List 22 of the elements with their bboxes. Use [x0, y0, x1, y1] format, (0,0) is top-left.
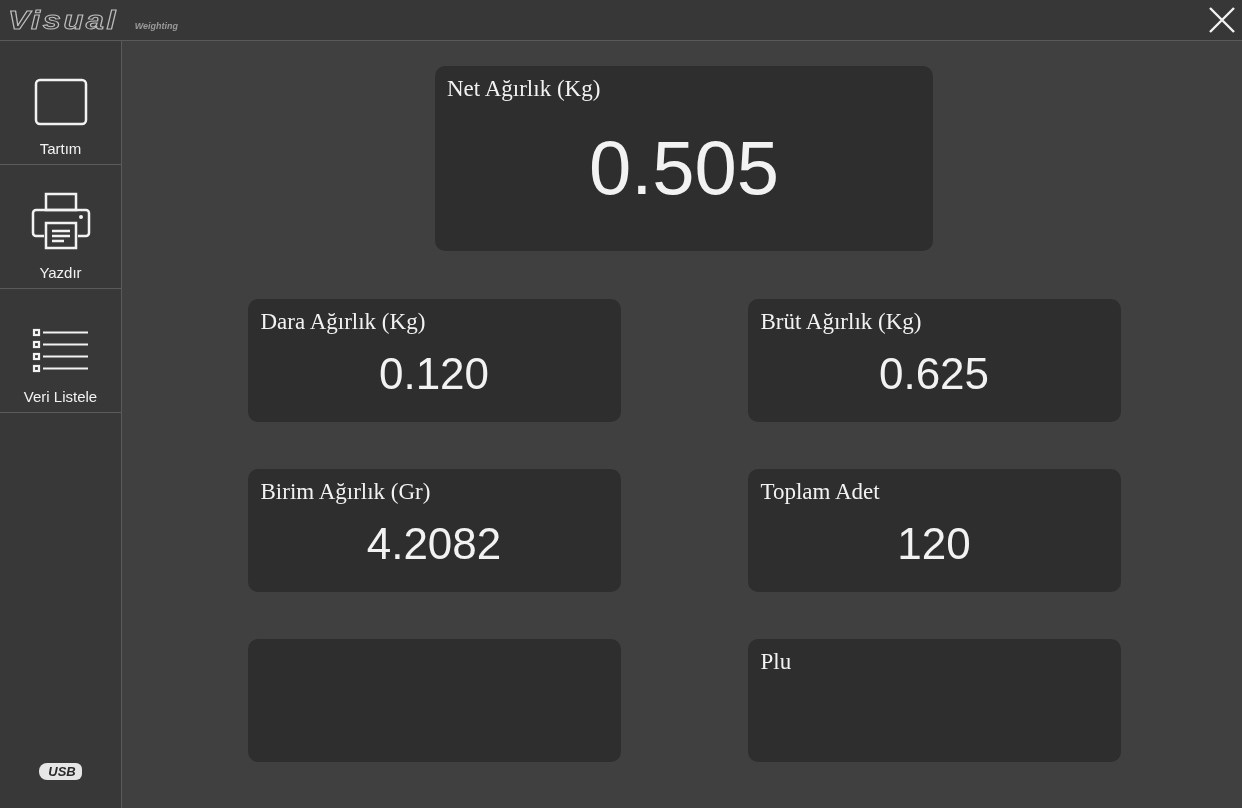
panel-label: Dara Ağırlık (Kg)	[260, 309, 426, 335]
panel-value: 0.505	[588, 124, 780, 211]
sidebar-item[interactable]: Tartım	[0, 41, 121, 165]
logo-wordmark: Visual	[8, 5, 119, 35]
list-icon	[31, 328, 90, 374]
panel-label: Toplam Adet	[760, 479, 880, 505]
square-icon	[33, 78, 88, 126]
panel-label: Birim Ağırlık (Gr)	[260, 479, 431, 505]
sidebar-item[interactable]: Yazdır	[0, 165, 121, 289]
panel-value: 4.2082	[366, 519, 502, 569]
close-button[interactable]	[1208, 6, 1236, 34]
printer-icon	[30, 192, 91, 250]
panel-label: Brüt Ağırlık (Kg)	[760, 309, 922, 335]
sidebar-item[interactable]: Veri Listele	[0, 289, 121, 413]
logo-tagline: Weighting	[134, 20, 179, 33]
usb-badge: USB	[39, 763, 82, 780]
close-icon	[1208, 6, 1236, 34]
panel-value: 0.625	[878, 349, 990, 399]
panel-value: 0.120	[378, 349, 490, 399]
panel-label: Net Ağırlık (Kg)	[447, 76, 601, 102]
panel-label: Plu	[760, 649, 792, 675]
panel-value: 120	[897, 519, 971, 569]
